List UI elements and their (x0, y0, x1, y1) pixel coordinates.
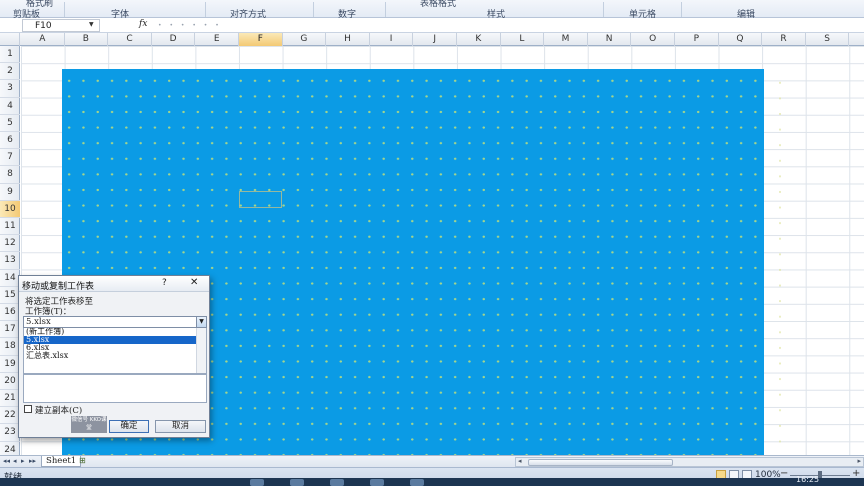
close-icon[interactable]: ✕ (190, 277, 198, 288)
row-header[interactable]: 21 (0, 390, 20, 408)
sheet-tabs-bar: ◂◂ ◂ ▸ ▸▸ Sheet1 ⊞ ◂ ▸ (0, 455, 864, 467)
column-header[interactable]: F (239, 33, 283, 46)
row-header[interactable]: 1 (0, 46, 20, 64)
column-header[interactable]: D (152, 33, 196, 46)
taskbar-app-icon[interactable] (330, 479, 344, 486)
select-all-corner[interactable] (0, 33, 20, 46)
scroll-right-icon[interactable]: ▸ (857, 457, 861, 465)
scroll-left-icon[interactable]: ◂ (518, 457, 522, 465)
row-header[interactable]: 7 (0, 149, 20, 167)
dialog-title: 移动或复制工作表 (22, 282, 95, 292)
pattern-overflow-dots (776, 75, 784, 455)
column-header[interactable]: J (413, 33, 457, 46)
row-header[interactable]: 14 (0, 270, 20, 287)
formula-bar: F10 ▼ fx • • • • • • (0, 18, 864, 33)
chevron-down-icon[interactable]: ▼ (89, 19, 94, 31)
row-header[interactable]: 18 (0, 338, 20, 356)
create-copy-checkbox[interactable] (24, 405, 32, 413)
column-header[interactable]: L (501, 33, 545, 46)
before-sheet-list[interactable] (23, 374, 207, 403)
ribbon-separator (64, 2, 65, 17)
first-sheet-button[interactable]: ◂◂ (3, 457, 10, 465)
taskbar-app-icon[interactable] (290, 479, 304, 486)
workbook-options-list[interactable]: (新工作簿) 5.xlsx 6.xlsx 汇总表.xlsx (23, 328, 207, 374)
column-header[interactable]: P (675, 33, 719, 46)
horizontal-scrollbar[interactable]: ◂ ▸ (515, 457, 864, 467)
watermark-logo: 微信号 KKO课堂 (71, 416, 107, 433)
ribbon-separator (205, 2, 206, 17)
row-header[interactable]: 16 (0, 304, 20, 322)
ribbon-separator (603, 2, 604, 17)
row-header[interactable]: 2 (0, 63, 20, 81)
column-header[interactable]: M (544, 33, 588, 46)
taskbar-app-icon[interactable] (410, 479, 424, 486)
row-header[interactable]: 12 (0, 235, 20, 253)
row-header[interactable]: 11 (0, 218, 20, 236)
column-header[interactable]: G (283, 33, 327, 46)
ribbon-separator (681, 2, 682, 17)
formula-resize-grip: • • • • • • (158, 22, 222, 29)
row-header[interactable]: 3 (0, 80, 20, 98)
column-header[interactable]: E (195, 33, 239, 46)
taskbar: 16:25 (0, 475, 864, 486)
scrollbar-thumb[interactable] (528, 459, 673, 466)
prev-sheet-button[interactable]: ◂ (13, 457, 17, 465)
tab-sheet1[interactable]: Sheet1 (41, 456, 82, 467)
formula-input[interactable] (152, 19, 864, 32)
column-header[interactable]: I (370, 33, 414, 46)
last-sheet-button[interactable]: ▸▸ (29, 457, 36, 465)
table-format-label[interactable]: 表格格式 (420, 0, 456, 9)
insert-sheet-icon[interactable]: ⊞ (79, 456, 86, 465)
workbook-dropdown[interactable]: 5.xlsx ▼ (23, 316, 207, 328)
list-item-selected[interactable]: 5.xlsx (24, 336, 196, 344)
column-header[interactable]: R (762, 33, 806, 46)
ribbon-separator (385, 2, 386, 17)
row-header[interactable]: 15 (0, 287, 20, 304)
row-header[interactable]: 22 (0, 407, 20, 425)
list-scrollbar[interactable] (196, 328, 206, 373)
list-item[interactable]: (新工作簿) (24, 328, 196, 336)
row-header[interactable]: 19 (0, 356, 20, 373)
row-header[interactable]: 23 (0, 424, 20, 442)
ribbon-separator (313, 2, 314, 17)
column-header[interactable]: N (588, 33, 632, 46)
row-header[interactable]: 13 (0, 252, 20, 270)
workbook-dropdown-value: 5.xlsx (26, 317, 51, 327)
list-item[interactable]: 汇总表.xlsx (24, 352, 196, 360)
insert-function-icon[interactable]: fx (139, 19, 147, 29)
clock: 16:25 (796, 475, 820, 484)
column-header[interactable]: K (457, 33, 501, 46)
row-header[interactable]: 20 (0, 373, 20, 390)
row-headers: 1 2 3 4 5 6 7 8 9 10 11 12 13 14 15 16 17 18 19 20 21 22 23 24 (0, 46, 20, 459)
column-header[interactable]: S (806, 33, 850, 46)
column-header[interactable]: Q (719, 33, 763, 46)
taskbar-app-icon[interactable] (370, 479, 384, 486)
column-headers: ABCDEFGHIJKLMNOPQRS (0, 33, 864, 46)
active-cell-border (239, 191, 282, 208)
column-header[interactable]: H (326, 33, 370, 46)
create-copy-label[interactable]: 建立副本(C) (35, 404, 82, 416)
ribbon-group-labels: 格式刷 表格格式 剪贴板 字体 对齐方式 数字 样式 单元格 编辑 (0, 0, 864, 20)
cancel-button[interactable]: 取消 (155, 420, 206, 433)
column-header[interactable]: B (65, 33, 109, 46)
row-header[interactable]: 9 (0, 184, 20, 201)
help-icon[interactable]: ? (162, 278, 167, 288)
ok-button[interactable]: 确定 (109, 420, 149, 433)
next-sheet-button[interactable]: ▸ (21, 457, 25, 465)
column-header[interactable]: A (21, 33, 65, 46)
row-header[interactable]: 10 (0, 200, 20, 218)
column-header[interactable]: C (108, 33, 152, 46)
row-header[interactable]: 4 (0, 98, 20, 115)
row-header[interactable]: 8 (0, 166, 20, 184)
row-header[interactable]: 17 (0, 321, 20, 339)
row-header[interactable]: 5 (0, 115, 20, 132)
row-header[interactable]: 6 (0, 132, 20, 150)
chevron-down-icon[interactable]: ▼ (196, 316, 207, 328)
move-copy-sheet-dialog: 移动或复制工作表 ? ✕ 将选定工作表移至 工作簿(T)： 5.xlsx ▼ (… (18, 275, 210, 438)
column-header[interactable]: O (631, 33, 675, 46)
dialog-titlebar[interactable]: 移动或复制工作表 ? ✕ (19, 276, 209, 292)
taskbar-app-icon[interactable] (250, 479, 264, 486)
